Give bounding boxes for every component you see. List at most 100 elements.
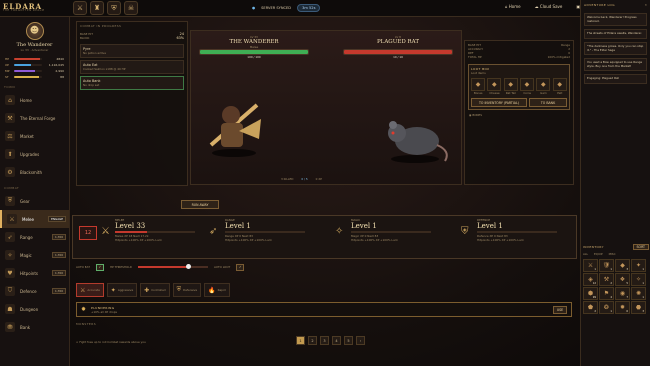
sidebar-item-dungeon[interactable]: ☗ Dungeon: [0, 300, 69, 318]
app-logo[interactable]: ELDARA THE FORGOTTEN REALM: [0, 3, 70, 13]
enemy-name: PLAGUED RAT: [376, 39, 419, 45]
sidebar-item-blacksmith[interactable]: ⚙ Blacksmith: [0, 163, 69, 181]
sidebar-section-combat: COMBAT: [4, 186, 20, 190]
close-icon[interactable]: ✕: [645, 3, 647, 7]
loot-item[interactable]: ◆ Pelt: [552, 78, 567, 95]
inventory-panel: INVENTORY SORT ALL EQUIP MISC ⚔ 1 🛡 1 ◆ 3 ✦ 1 ◈ 12 ⚒…: [583, 244, 649, 314]
loot-subtitle: Loot items: [471, 71, 486, 75]
nav-cloud-save[interactable]: ☁ Cloud Save: [535, 4, 563, 9]
avatar[interactable]: ☻: [25, 22, 44, 40]
sidebar-item-range[interactable]: ➶ Range 1,700: [0, 228, 69, 246]
item-icon: ✺: [635, 290, 642, 297]
combat-option-row[interactable]: Pyre No potion active: [80, 44, 184, 58]
page-button-6[interactable]: ›: [356, 336, 365, 345]
skill-magic[interactable]: ✧ MAGIC Level 1 Magic XP 0 Next 83 Hitpoints…: [331, 218, 449, 256]
inventory-slot[interactable]: ❖ 5: [615, 273, 630, 286]
threshold-slider[interactable]: [137, 264, 208, 269]
sidebar-item-melee[interactable]: ⚔ Melee ENGAGE: [0, 210, 69, 228]
sidebar-item-the-eternal-forge[interactable]: ⚒ The Eternal Forge: [0, 109, 69, 127]
item-icon: ✹: [619, 304, 626, 311]
item-icon: ✦: [635, 262, 642, 269]
adventure-log-header: ADVENTURE LOG ✕: [581, 0, 650, 10]
page-button-1[interactable]: 1: [296, 336, 305, 345]
inventory-slot[interactable]: ◈ 12: [583, 273, 598, 286]
inventory-sort-button[interactable]: SORT: [632, 244, 649, 250]
skill-range[interactable]: ➶ RANGE Level 1 Range XP 0 Next 83 Hitpoints…: [205, 218, 323, 256]
bar-label: MP: [5, 69, 10, 73]
attack-style-rapid[interactable]: 🔥 Rapid: [204, 283, 230, 297]
inventory-tab-all[interactable]: ALL: [583, 252, 588, 256]
inventory-slot[interactable]: ◉ 7: [615, 287, 630, 300]
attack-style-aggressive[interactable]: ✦ Aggressive: [106, 283, 138, 297]
inventory-slot[interactable]: 🛡 1: [599, 259, 614, 272]
inventory-slot[interactable]: ⚑ 4: [599, 287, 614, 300]
run-away-button[interactable]: RUN AWAY: [181, 200, 219, 209]
buff-bar: ✸ PLUNDERING +10% all XP drops USE: [76, 302, 572, 317]
skull-icon[interactable]: ☠: [124, 1, 138, 15]
sidebar-item-defence[interactable]: ⛉ Defence 1,700: [0, 282, 69, 300]
sidebar-item-home[interactable]: ⌂ Home: [0, 91, 69, 109]
inventory-slot[interactable]: ⚔ 1: [583, 259, 598, 272]
helmet-icon[interactable]: ♜: [90, 1, 104, 15]
warrior-sprite: [209, 103, 261, 157]
combat-header: COMBAT IN PROGRESS: [80, 24, 122, 28]
loot-item[interactable]: ◆ Rat Tail: [503, 78, 518, 95]
sidebar-item-magic[interactable]: ✧ Magic 1,700: [0, 246, 69, 264]
loot-item[interactable]: ◆ Cheese: [487, 78, 502, 95]
page-button-5[interactable]: 5: [344, 336, 353, 345]
nav-home[interactable]: ⌂ Home: [505, 4, 521, 9]
bar-value: 4840: [56, 57, 64, 61]
inventory-slot[interactable]: ✹ 6: [615, 301, 630, 314]
to-inventory-button[interactable]: TO INVENTORY (PARTIAL): [471, 98, 527, 107]
bar-value: 1,116,045: [48, 63, 64, 67]
sidebar-item-label: Gear: [20, 198, 30, 204]
buff-use-button[interactable]: USE: [553, 305, 567, 314]
page-button-4[interactable]: 4: [332, 336, 341, 345]
skill-info: MAGIC Level 1 Magic XP 0 Next 83 Hitpoints …: [351, 218, 431, 242]
item-count: 3: [626, 268, 628, 271]
auto-loot-toggle[interactable]: ✓: [236, 263, 245, 271]
combat-left-panel: COMBAT IN PROGRESS BASE HIT 24 BLOCK 63% Py…: [76, 21, 188, 186]
combat-option-row[interactable]: Auto Eat Cooked Salmon x188 @ 40 HP: [80, 60, 184, 74]
sidebar-item-market[interactable]: ⚖ Market: [0, 127, 69, 145]
skill-defence[interactable]: ⛨ DEFENCE Level 1 Defence XP 0 Next 83 Hitpo…: [457, 218, 575, 256]
slider-handle[interactable]: [185, 264, 191, 269]
rapid-style-icon: 🔥: [208, 286, 216, 294]
nav-home-label: Home: [508, 4, 521, 9]
sidebar-item-bank[interactable]: ⛃ Bank: [0, 318, 69, 336]
loot-item[interactable]: ◆ Coins: [519, 78, 534, 95]
to-bank-button[interactable]: TO BANK: [529, 98, 567, 107]
skill-melee[interactable]: 12 ⚔ MELEE Level 33 Melee XP 18 Next 17.2k Hi…: [79, 218, 197, 256]
attack-style-accurate[interactable]: ⚔ Accurate: [76, 283, 104, 297]
combat-option-row[interactable]: Auto Bank No drop set: [80, 76, 184, 90]
inventory-slot[interactable]: ✺ 1: [631, 287, 646, 300]
player-hp-text: 100 / 100: [247, 55, 261, 59]
sidebar-item-gear[interactable]: ⛨ Gear: [0, 192, 69, 210]
sword-icon[interactable]: ⚔: [73, 1, 87, 15]
skill-bonus: Hitpoints +100% XP +100% Luck: [115, 237, 162, 242]
page-button-3[interactable]: 3: [320, 336, 329, 345]
attack-style-controlled[interactable]: ✚ Controlled: [140, 283, 170, 297]
loot-item[interactable]: ◆ Gem: [536, 78, 551, 95]
inventory-tab-equip[interactable]: EQUIP: [594, 252, 603, 256]
inventory-slot[interactable]: ◆ 3: [615, 259, 630, 272]
inventory-slot[interactable]: ✧ 1: [631, 273, 646, 286]
sidebar-item-hitpoints[interactable]: ♥ Hitpoints 1,700: [0, 264, 69, 282]
auto-eat-toggle[interactable]: ✓: [95, 263, 104, 271]
aggressive-style-icon: ✦: [110, 286, 116, 294]
loot-item[interactable]: ◆ Bones: [471, 78, 485, 95]
sidebar-item-upgrades[interactable]: ⬆ Upgrades: [0, 145, 69, 163]
inventory-slot[interactable]: ⚒ 2: [599, 273, 614, 286]
inventory-tab-misc[interactable]: MISC: [609, 252, 616, 256]
bank-icon: ⛃: [5, 322, 15, 332]
shield-icon[interactable]: ⛨: [107, 1, 121, 15]
inventory-slot[interactable]: ❂ 1: [599, 301, 614, 314]
inventory-slot[interactable]: ✦ 1: [631, 259, 646, 272]
inventory-slot[interactable]: ⬣ 3: [631, 301, 646, 314]
attack-style-defensive[interactable]: ⛨ Defensive: [172, 283, 202, 297]
inventory-slot[interactable]: ⬢ 99: [583, 287, 598, 300]
item-count: 1: [610, 310, 612, 313]
kills-count: 3 KILLED: [281, 177, 294, 181]
inventory-slot[interactable]: ⬟ 2: [583, 301, 598, 314]
page-button-2[interactable]: 2: [308, 336, 317, 345]
